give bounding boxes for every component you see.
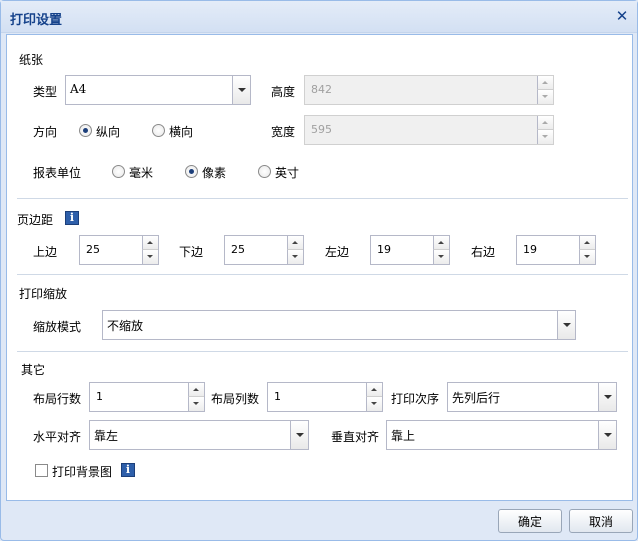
paper-type-value: A4 <box>70 82 87 96</box>
dialog-titlebar[interactable]: 打印设置 ✕ <box>1 1 637 33</box>
scale-mode-value: 不缩放 <box>107 319 144 333</box>
ok-button[interactable]: 确定 <box>498 509 562 533</box>
spin-up-icon[interactable] <box>287 236 303 250</box>
spin-up-icon[interactable] <box>142 236 158 250</box>
dialog-title: 打印设置 <box>10 13 63 28</box>
type-label: 类型 <box>33 85 58 99</box>
portrait-label[interactable]: 纵向 <box>96 123 120 140</box>
layout-cols-value: 1 <box>274 390 281 403</box>
h-align-value: 靠左 <box>94 429 119 443</box>
spin-down-icon[interactable] <box>142 250 158 264</box>
unit-px-radio[interactable] <box>185 165 198 178</box>
scale-mode-label: 缩放模式 <box>33 320 82 334</box>
unit-mm-label[interactable]: 毫米 <box>129 164 153 181</box>
spin-down-icon <box>537 130 553 144</box>
spin-up-icon[interactable] <box>433 236 449 250</box>
width-value: 595 <box>311 123 332 136</box>
spin-down-icon[interactable] <box>366 397 382 411</box>
layout-rows-input[interactable]: 1 <box>89 382 205 412</box>
section-title-other: 其它 <box>21 363 46 377</box>
spin-up-icon[interactable] <box>579 236 595 250</box>
spin-up-icon <box>537 76 553 90</box>
height-input: 842 <box>304 75 554 105</box>
margin-left-label: 左边 <box>325 245 350 259</box>
margin-right-value: 19 <box>523 243 537 256</box>
dialog-body: 纸张 类型 A4 高度 842 方向 纵向 横向 宽度 595 报表单位 毫米 … <box>6 34 633 501</box>
h-align-select[interactable]: 靠左 <box>89 420 309 450</box>
margin-top-input[interactable]: 25 <box>79 235 159 265</box>
chevron-down-icon[interactable] <box>232 76 250 104</box>
landscape-label[interactable]: 横向 <box>169 123 193 140</box>
margin-right-input[interactable]: 19 <box>516 235 596 265</box>
spin-down-icon[interactable] <box>287 250 303 264</box>
print-order-select[interactable]: 先列后行 <box>447 382 617 412</box>
divider <box>17 274 628 275</box>
spin-down-icon[interactable] <box>579 250 595 264</box>
spin-up-icon[interactable] <box>188 383 204 397</box>
margin-left-value: 19 <box>377 243 391 256</box>
spin-up-icon <box>537 116 553 130</box>
unit-in-radio[interactable] <box>258 165 271 178</box>
unit-mm-radio[interactable] <box>112 165 125 178</box>
layout-cols-label: 布局列数 <box>211 392 260 406</box>
scale-mode-select[interactable]: 不缩放 <box>102 310 576 340</box>
landscape-radio[interactable] <box>152 124 165 137</box>
unit-px-label[interactable]: 像素 <box>202 164 226 181</box>
margin-right-label: 右边 <box>471 245 496 259</box>
section-title-paper: 纸张 <box>19 53 44 67</box>
section-title-scaling: 打印缩放 <box>19 287 68 301</box>
margin-bottom-label: 下边 <box>179 245 204 259</box>
chevron-down-icon[interactable] <box>557 311 575 339</box>
close-icon[interactable]: ✕ <box>614 7 630 25</box>
portrait-radio[interactable] <box>79 124 92 137</box>
print-order-label: 打印次序 <box>391 392 440 406</box>
margin-bottom-value: 25 <box>231 243 245 256</box>
width-input: 595 <box>304 115 554 145</box>
h-align-label: 水平对齐 <box>33 430 82 444</box>
layout-rows-label: 布局行数 <box>33 392 82 406</box>
print-background-checkbox[interactable] <box>35 464 48 477</box>
margin-top-value: 25 <box>86 243 100 256</box>
layout-cols-input[interactable]: 1 <box>267 382 383 412</box>
spin-down-icon <box>537 90 553 104</box>
spin-up-icon[interactable] <box>366 383 382 397</box>
print-order-value: 先列后行 <box>452 391 501 405</box>
v-align-select[interactable]: 靠上 <box>386 420 617 450</box>
chevron-down-icon[interactable] <box>290 421 308 449</box>
spin-down-icon[interactable] <box>433 250 449 264</box>
chevron-down-icon[interactable] <box>598 421 616 449</box>
paper-type-select[interactable]: A4 <box>65 75 251 105</box>
v-align-value: 靠上 <box>391 429 416 443</box>
cancel-button[interactable]: 取消 <box>569 509 633 533</box>
section-title-margins: 页边距 <box>17 213 54 227</box>
divider <box>17 351 628 352</box>
print-settings-dialog: 打印设置 ✕ 纸张 类型 A4 高度 842 方向 纵向 横向 宽度 595 报… <box>0 0 638 541</box>
info-icon[interactable]: i <box>65 211 79 225</box>
margin-left-input[interactable]: 19 <box>370 235 450 265</box>
width-label: 宽度 <box>271 125 296 139</box>
divider <box>17 198 628 199</box>
spin-down-icon[interactable] <box>188 397 204 411</box>
orientation-label: 方向 <box>33 125 58 139</box>
info-icon[interactable]: i <box>121 463 135 477</box>
v-align-label: 垂直对齐 <box>331 430 380 444</box>
unit-label: 报表单位 <box>33 166 82 180</box>
height-value: 842 <box>311 83 332 96</box>
unit-in-label[interactable]: 英寸 <box>275 164 299 181</box>
chevron-down-icon[interactable] <box>598 383 616 411</box>
height-label: 高度 <box>271 85 296 99</box>
margin-top-label: 上边 <box>33 245 58 259</box>
margin-bottom-input[interactable]: 25 <box>224 235 304 265</box>
print-background-label[interactable]: 打印背景图 <box>52 463 112 480</box>
layout-rows-value: 1 <box>96 390 103 403</box>
